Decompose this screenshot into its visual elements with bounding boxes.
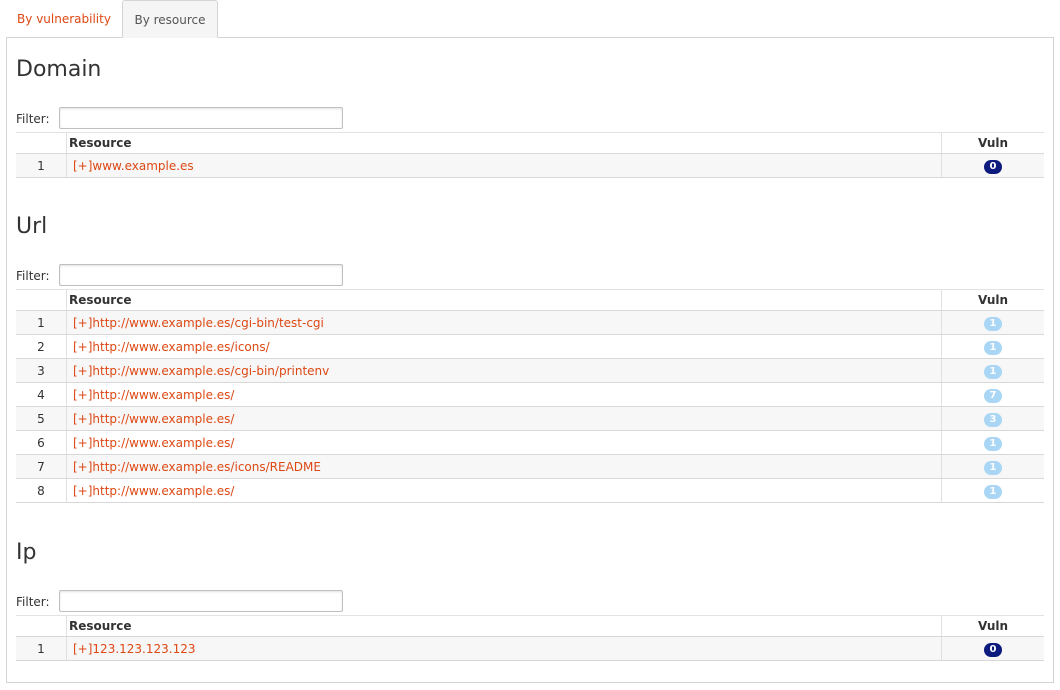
resource-link[interactable]: [+]123.123.123.123 xyxy=(73,642,195,656)
url-table-header: Resource Vuln xyxy=(16,290,1044,311)
header-resource[interactable]: Resource xyxy=(67,133,942,153)
ip-filter-input[interactable] xyxy=(59,590,343,612)
vuln-cell: 0 xyxy=(942,637,1044,660)
header-vuln[interactable]: Vuln xyxy=(942,616,1044,636)
domain-table-header: Resource Vuln xyxy=(16,133,1044,154)
header-resource[interactable]: Resource xyxy=(67,290,942,310)
resource-cell: [+]http://www.example.es/ xyxy=(67,383,942,406)
row-number: 2 xyxy=(16,335,67,358)
ip-section-title: Ip xyxy=(16,540,37,565)
vuln-cell: 1 xyxy=(942,431,1044,454)
vuln-count-badge: 1 xyxy=(984,316,1002,331)
header-number xyxy=(16,133,67,153)
table-row: 1 [+]http://www.example.es/cgi-bin/test-… xyxy=(16,311,1044,335)
row-number: 6 xyxy=(16,431,67,454)
row-number: 8 xyxy=(16,479,67,502)
table-row: 4 [+]http://www.example.es/ 7 xyxy=(16,383,1044,407)
vuln-count-badge: 1 xyxy=(984,364,1002,379)
header-vuln[interactable]: Vuln xyxy=(942,133,1044,153)
row-number: 1 xyxy=(16,637,67,660)
vuln-count-badge: 1 xyxy=(984,484,1002,499)
table-row: 8 [+]http://www.example.es/ 1 xyxy=(16,479,1044,503)
row-number: 7 xyxy=(16,455,67,478)
table-row: 2 [+]http://www.example.es/icons/ 1 xyxy=(16,335,1044,359)
vuln-cell: 7 xyxy=(942,383,1044,406)
vuln-count-badge: 1 xyxy=(984,436,1002,451)
domain-table: Resource Vuln 1 [+]www.example.es 0 xyxy=(16,132,1044,178)
vuln-cell: 1 xyxy=(942,479,1044,502)
vuln-count-badge: 0 xyxy=(984,159,1002,174)
vuln-cell: 1 xyxy=(942,335,1044,358)
table-row: 1 [+]123.123.123.123 0 xyxy=(16,637,1044,661)
header-vuln[interactable]: Vuln xyxy=(942,290,1044,310)
vuln-count-badge: 1 xyxy=(984,340,1002,355)
domain-filter-label: Filter: xyxy=(16,112,50,126)
tab-bar: By vulnerability By resource xyxy=(6,0,1054,38)
ip-table-header: Resource Vuln xyxy=(16,616,1044,637)
resource-link[interactable]: [+]www.example.es xyxy=(73,159,194,173)
header-resource[interactable]: Resource xyxy=(67,616,942,636)
header-number xyxy=(16,616,67,636)
vuln-cell: 3 xyxy=(942,407,1044,430)
domain-filter-input[interactable] xyxy=(59,107,343,129)
resource-cell: [+]123.123.123.123 xyxy=(67,637,942,660)
resource-link[interactable]: [+]http://www.example.es/ xyxy=(73,412,234,426)
row-number: 4 xyxy=(16,383,67,406)
resource-link[interactable]: [+]http://www.example.es/ xyxy=(73,484,234,498)
resource-cell: [+]http://www.example.es/ xyxy=(67,479,942,502)
row-number: 5 xyxy=(16,407,67,430)
table-row: 7 [+]http://www.example.es/icons/README … xyxy=(16,455,1044,479)
ip-filter-label: Filter: xyxy=(16,595,50,609)
tab-by-vulnerability[interactable]: By vulnerability xyxy=(6,0,122,38)
resource-cell: [+]http://www.example.es/icons/README xyxy=(67,455,942,478)
resource-link[interactable]: [+]http://www.example.es/cgi-bin/test-cg… xyxy=(73,316,324,330)
table-row: 6 [+]http://www.example.es/ 1 xyxy=(16,431,1044,455)
row-number: 3 xyxy=(16,359,67,382)
table-row: 3 [+]http://www.example.es/cgi-bin/print… xyxy=(16,359,1044,383)
resource-cell: [+]http://www.example.es/cgi-bin/test-cg… xyxy=(67,311,942,334)
url-section-title: Url xyxy=(16,214,48,239)
vuln-count-badge: 1 xyxy=(984,460,1002,475)
resource-cell: [+]http://www.example.es/ xyxy=(67,431,942,454)
table-row: 1 [+]www.example.es 0 xyxy=(16,154,1044,178)
url-filter-input[interactable] xyxy=(59,264,343,286)
resource-link[interactable]: [+]http://www.example.es/ xyxy=(73,436,234,450)
vuln-count-badge: 3 xyxy=(984,412,1002,427)
ip-table: Resource Vuln 1 [+]123.123.123.123 0 xyxy=(16,615,1044,661)
url-table: Resource Vuln 1 [+]http://www.example.es… xyxy=(16,289,1044,503)
resource-link[interactable]: [+]http://www.example.es/cgi-bin/printen… xyxy=(73,364,329,378)
domain-section-title: Domain xyxy=(16,57,102,82)
url-filter-label: Filter: xyxy=(16,269,50,283)
header-number xyxy=(16,290,67,310)
table-row: 5 [+]http://www.example.es/ 3 xyxy=(16,407,1044,431)
vuln-count-badge: 0 xyxy=(984,642,1002,657)
tab-by-resource[interactable]: By resource xyxy=(122,0,218,38)
tab-panel-by-resource: Domain Filter: Resource Vuln 1 [+]www.ex… xyxy=(6,37,1054,683)
vuln-cell: 0 xyxy=(942,154,1044,177)
resource-cell: [+]www.example.es xyxy=(67,154,942,177)
vuln-count-badge: 7 xyxy=(984,388,1002,403)
resource-cell: [+]http://www.example.es/cgi-bin/printen… xyxy=(67,359,942,382)
row-number: 1 xyxy=(16,154,67,177)
resource-link[interactable]: [+]http://www.example.es/icons/README xyxy=(73,460,321,474)
vuln-cell: 1 xyxy=(942,311,1044,334)
vuln-cell: 1 xyxy=(942,359,1044,382)
vuln-cell: 1 xyxy=(942,455,1044,478)
resource-link[interactable]: [+]http://www.example.es/ xyxy=(73,388,234,402)
row-number: 1 xyxy=(16,311,67,334)
resource-cell: [+]http://www.example.es/ xyxy=(67,407,942,430)
resource-cell: [+]http://www.example.es/icons/ xyxy=(67,335,942,358)
resource-link[interactable]: [+]http://www.example.es/icons/ xyxy=(73,340,270,354)
